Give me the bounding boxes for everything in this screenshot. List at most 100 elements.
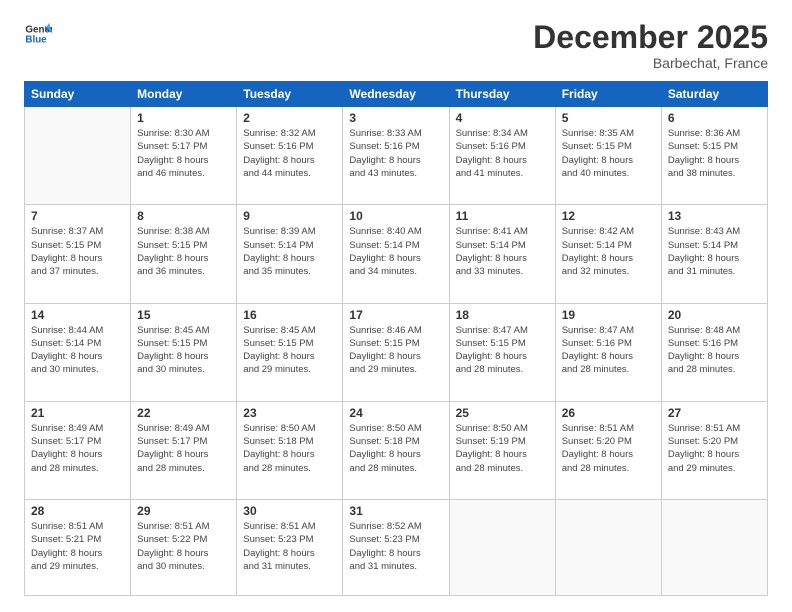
day-info: Sunrise: 8:39 AM Sunset: 5:14 PM Dayligh… — [243, 225, 336, 278]
table-row: 3Sunrise: 8:33 AM Sunset: 5:16 PM Daylig… — [343, 107, 449, 205]
location-subtitle: Barbechat, France — [533, 55, 768, 71]
calendar-week-4: 21 Sunrise: 8:49 AM Sunset: 5:17 PM Dayli… — [25, 401, 768, 499]
table-row: 17 Sunrise: 8:46 AM Sunset: 5:15 PM Dayli… — [343, 303, 449, 401]
header-row: Sunday Monday Tuesday Wednesday Thursday… — [25, 82, 768, 107]
day-info: Sunrise: 8:37 AM Sunset: 5:15 PM Dayligh… — [31, 225, 124, 278]
day-number: 21 — [31, 406, 124, 420]
day-info: Sunrise: 8:51 AM Sunset: 5:20 PM Dayligh… — [668, 422, 761, 475]
day-info: Sunrise: 8:50 AM Sunset: 5:19 PM Dayligh… — [456, 422, 549, 475]
day-info: Sunrise: 8:30 AM Sunset: 5:17 PM Dayligh… — [137, 127, 230, 180]
table-row: 8 Sunrise: 8:38 AM Sunset: 5:15 PM Daylig… — [131, 205, 237, 303]
col-header-monday: Monday — [131, 82, 237, 107]
table-row: 22 Sunrise: 8:49 AM Sunset: 5:17 PM Dayli… — [131, 401, 237, 499]
day-number: 1 — [137, 111, 230, 125]
table-row: 2 Sunrise: 8:32 AM Sunset: 5:16 PM Daylig… — [237, 107, 343, 205]
table-row: 31 Sunrise: 8:52 AM Sunset: 5:23 PM Dayli… — [343, 500, 449, 596]
day-number: 10 — [349, 209, 442, 223]
day-number: 31 — [349, 504, 442, 518]
day-number: 9 — [243, 209, 336, 223]
title-block: December 2025 Barbechat, France — [533, 20, 768, 71]
logo: General Blue — [24, 20, 52, 48]
table-row: 11 Sunrise: 8:41 AM Sunset: 5:14 PM Dayli… — [449, 205, 555, 303]
day-number: 25 — [456, 406, 549, 420]
col-header-friday: Friday — [555, 82, 661, 107]
table-row: 14 Sunrise: 8:44 AM Sunset: 5:14 PM Dayli… — [25, 303, 131, 401]
day-number: 30 — [243, 504, 336, 518]
day-info: Sunrise: 8:49 AM Sunset: 5:17 PM Dayligh… — [137, 422, 230, 475]
day-number: 27 — [668, 406, 761, 420]
table-row: 28Sunrise: 8:51 AM Sunset: 5:21 PM Dayli… — [25, 500, 131, 596]
day-info: Sunrise: 8:34 AM Sunset: 5:16 PM Dayligh… — [456, 127, 549, 180]
day-info: Sunrise: 8:50 AM Sunset: 5:18 PM Dayligh… — [349, 422, 442, 475]
day-number: 3 — [349, 111, 442, 125]
day-info: Sunrise: 8:40 AM Sunset: 5:14 PM Dayligh… — [349, 225, 442, 278]
day-info: Sunrise: 8:49 AM Sunset: 5:17 PM Dayligh… — [31, 422, 124, 475]
table-row: 20Sunrise: 8:48 AM Sunset: 5:16 PM Dayli… — [661, 303, 767, 401]
calendar-table: Sunday Monday Tuesday Wednesday Thursday… — [24, 81, 768, 596]
day-number: 13 — [668, 209, 761, 223]
calendar-page: General Blue December 2025 Barbechat, Fr… — [0, 0, 792, 612]
day-number: 19 — [562, 308, 655, 322]
day-info: Sunrise: 8:46 AM Sunset: 5:15 PM Dayligh… — [349, 324, 442, 377]
day-number: 24 — [349, 406, 442, 420]
day-number: 7 — [31, 209, 124, 223]
day-number: 26 — [562, 406, 655, 420]
day-number: 29 — [137, 504, 230, 518]
table-row: 5 Sunrise: 8:35 AM Sunset: 5:15 PM Daylig… — [555, 107, 661, 205]
table-row: 15 Sunrise: 8:45 AM Sunset: 5:15 PM Dayli… — [131, 303, 237, 401]
day-info: Sunrise: 8:51 AM Sunset: 5:20 PM Dayligh… — [562, 422, 655, 475]
page-header: General Blue December 2025 Barbechat, Fr… — [24, 20, 768, 71]
table-row: 1 Sunrise: 8:30 AM Sunset: 5:17 PM Daylig… — [131, 107, 237, 205]
day-info: Sunrise: 8:50 AM Sunset: 5:18 PM Dayligh… — [243, 422, 336, 475]
day-number: 12 — [562, 209, 655, 223]
col-header-saturday: Saturday — [661, 82, 767, 107]
day-number: 17 — [349, 308, 442, 322]
day-info: Sunrise: 8:51 AM Sunset: 5:21 PM Dayligh… — [31, 520, 124, 573]
table-row: 12 Sunrise: 8:42 AM Sunset: 5:14 PM Dayli… — [555, 205, 661, 303]
day-number: 15 — [137, 308, 230, 322]
day-number: 22 — [137, 406, 230, 420]
calendar-week-1: 1 Sunrise: 8:30 AM Sunset: 5:17 PM Daylig… — [25, 107, 768, 205]
table-row — [25, 107, 131, 205]
day-info: Sunrise: 8:32 AM Sunset: 5:16 PM Dayligh… — [243, 127, 336, 180]
table-row — [449, 500, 555, 596]
table-row: 30Sunrise: 8:51 AM Sunset: 5:23 PM Dayli… — [237, 500, 343, 596]
table-row: 9 Sunrise: 8:39 AM Sunset: 5:14 PM Daylig… — [237, 205, 343, 303]
calendar-week-3: 14 Sunrise: 8:44 AM Sunset: 5:14 PM Dayli… — [25, 303, 768, 401]
table-row: 25 Sunrise: 8:50 AM Sunset: 5:19 PM Dayli… — [449, 401, 555, 499]
day-info: Sunrise: 8:52 AM Sunset: 5:23 PM Dayligh… — [349, 520, 442, 573]
table-row: 6Sunrise: 8:36 AM Sunset: 5:15 PM Daylig… — [661, 107, 767, 205]
day-number: 16 — [243, 308, 336, 322]
calendar-week-2: 7 Sunrise: 8:37 AM Sunset: 5:15 PM Daylig… — [25, 205, 768, 303]
day-info: Sunrise: 8:41 AM Sunset: 5:14 PM Dayligh… — [456, 225, 549, 278]
table-row: 16Sunrise: 8:45 AM Sunset: 5:15 PM Dayli… — [237, 303, 343, 401]
day-number: 14 — [31, 308, 124, 322]
col-header-thursday: Thursday — [449, 82, 555, 107]
col-header-sunday: Sunday — [25, 82, 131, 107]
table-row — [555, 500, 661, 596]
svg-text:Blue: Blue — [25, 34, 47, 45]
day-info: Sunrise: 8:43 AM Sunset: 5:14 PM Dayligh… — [668, 225, 761, 278]
day-info: Sunrise: 8:45 AM Sunset: 5:15 PM Dayligh… — [137, 324, 230, 377]
day-number: 2 — [243, 111, 336, 125]
day-info: Sunrise: 8:44 AM Sunset: 5:14 PM Dayligh… — [31, 324, 124, 377]
day-info: Sunrise: 8:51 AM Sunset: 5:22 PM Dayligh… — [137, 520, 230, 573]
calendar-week-5: 28Sunrise: 8:51 AM Sunset: 5:21 PM Dayli… — [25, 500, 768, 596]
table-row: 26 Sunrise: 8:51 AM Sunset: 5:20 PM Dayli… — [555, 401, 661, 499]
day-info: Sunrise: 8:35 AM Sunset: 5:15 PM Dayligh… — [562, 127, 655, 180]
table-row: 23 Sunrise: 8:50 AM Sunset: 5:18 PM Dayli… — [237, 401, 343, 499]
table-row — [661, 500, 767, 596]
col-header-wednesday: Wednesday — [343, 82, 449, 107]
table-row: 18 Sunrise: 8:47 AM Sunset: 5:15 PM Dayli… — [449, 303, 555, 401]
day-info: Sunrise: 8:42 AM Sunset: 5:14 PM Dayligh… — [562, 225, 655, 278]
day-info: Sunrise: 8:38 AM Sunset: 5:15 PM Dayligh… — [137, 225, 230, 278]
day-number: 11 — [456, 209, 549, 223]
table-row: 7 Sunrise: 8:37 AM Sunset: 5:15 PM Daylig… — [25, 205, 131, 303]
day-number: 23 — [243, 406, 336, 420]
day-number: 8 — [137, 209, 230, 223]
day-number: 18 — [456, 308, 549, 322]
table-row: 21 Sunrise: 8:49 AM Sunset: 5:17 PM Dayli… — [25, 401, 131, 499]
day-number: 5 — [562, 111, 655, 125]
table-row: 29 Sunrise: 8:51 AM Sunset: 5:22 PM Dayli… — [131, 500, 237, 596]
day-info: Sunrise: 8:47 AM Sunset: 5:15 PM Dayligh… — [456, 324, 549, 377]
